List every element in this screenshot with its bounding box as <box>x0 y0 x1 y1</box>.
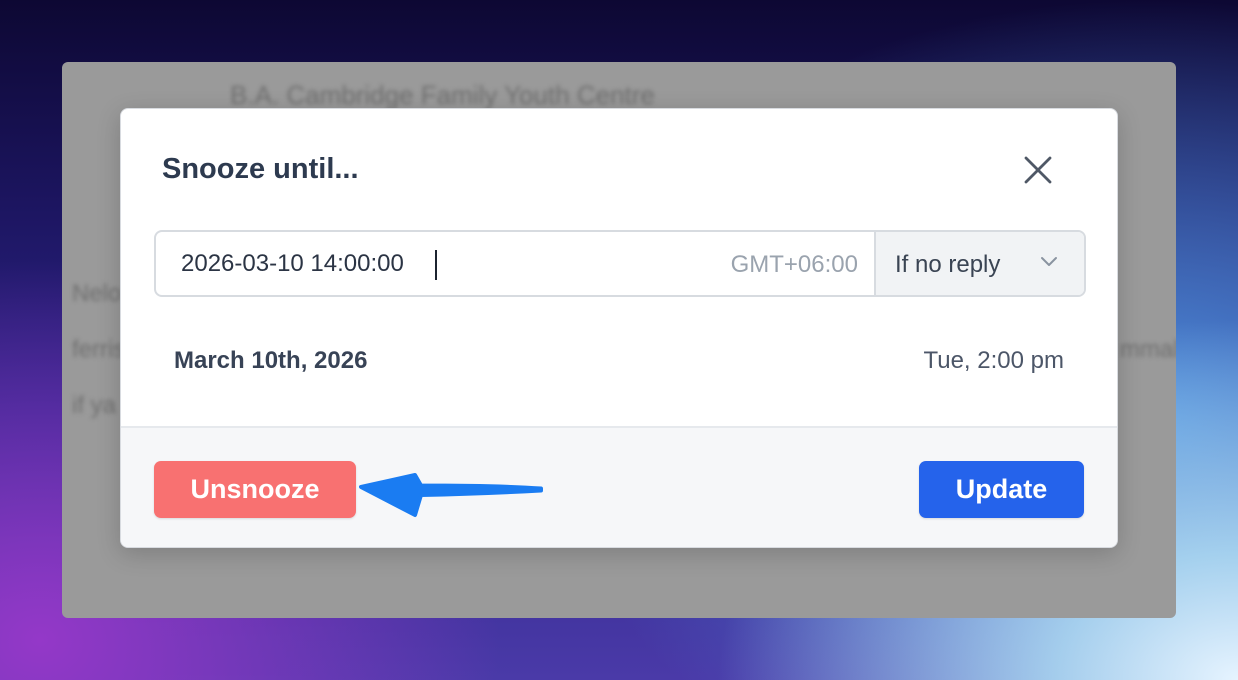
timezone-label: GMT+06:00 <box>730 251 858 278</box>
reply-condition-value: If no reply <box>895 251 1001 278</box>
close-icon <box>1024 156 1052 184</box>
datetime-input[interactable] <box>181 248 581 280</box>
snooze-dialog: Snooze until... GMT+06:00 If no reply Ma… <box>120 108 1118 548</box>
blurred-fragment: if ya <box>72 392 117 419</box>
close-button[interactable] <box>1017 149 1059 191</box>
dialog-title: Snooze until... <box>162 153 359 185</box>
snooze-date-summary: March 10th, 2026 <box>174 347 368 374</box>
reply-condition-select[interactable]: If no reply <box>874 232 1084 295</box>
unsnooze-button[interactable]: Unsnooze <box>154 461 356 518</box>
snooze-time-summary: Tue, 2:00 pm <box>923 347 1064 374</box>
arrow-left-icon <box>359 473 543 517</box>
snooze-datetime-field: GMT+06:00 If no reply <box>154 230 1086 297</box>
dialog-footer: Unsnooze Update <box>121 426 1117 547</box>
text-cursor <box>435 250 437 280</box>
blurred-fragment: mmal <box>1120 336 1176 363</box>
chevron-down-icon <box>1041 257 1057 266</box>
blurred-fragment: Nelo <box>72 280 122 307</box>
blurred-fragment: ferris <box>72 336 126 363</box>
update-button[interactable]: Update <box>919 461 1084 518</box>
blurred-heading: B.A. Cambridge Family Youth Centre <box>230 80 655 110</box>
